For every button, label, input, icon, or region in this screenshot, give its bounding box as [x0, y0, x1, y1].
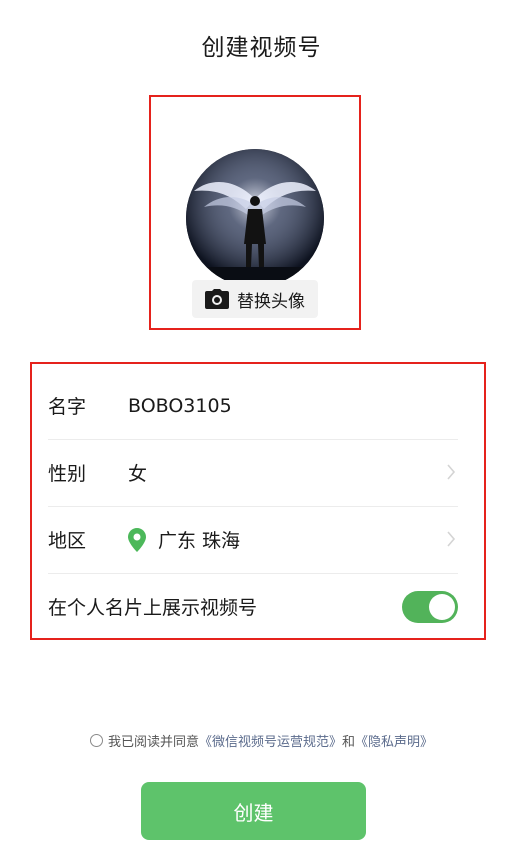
avatar[interactable] [186, 149, 324, 287]
name-value[interactable]: BOBO3105 [128, 395, 232, 417]
region-row[interactable]: 地区 广东 珠海 [48, 506, 458, 574]
avatar-section: 替换头像 [149, 95, 361, 330]
operation-rules-link[interactable]: 《微信视频号运营规范》 [199, 731, 342, 750]
chevron-right-icon [447, 464, 456, 480]
agreement-conjunction: 和 [342, 735, 356, 750]
profile-form: 名字 BOBO3105 性别 女 地区 广东 珠海 在个人名片上展示视频号 [30, 362, 486, 640]
gender-value: 女 [128, 463, 148, 485]
agreement-row: 我已阅读并同意 《微信视频号运营规范》 和 《隐私声明》 [0, 731, 523, 750]
region-label: 地区 [48, 530, 87, 552]
agreement-prefix: 我已阅读并同意 [107, 735, 199, 750]
show-on-card-row: 在个人名片上展示视频号 [48, 573, 458, 640]
page-title: 创建视频号 [201, 35, 322, 61]
create-button[interactable]: 创建 [141, 782, 366, 840]
toggle-knob [429, 594, 455, 620]
region-value-wrap: 广东 珠海 [128, 526, 240, 553]
show-on-card-toggle[interactable] [402, 591, 458, 623]
chevron-right-icon [447, 531, 456, 547]
gender-row[interactable]: 性别 女 [48, 439, 458, 507]
show-on-card-label: 在个人名片上展示视频号 [48, 597, 258, 619]
agreement-checkbox[interactable] [89, 734, 103, 747]
name-label: 名字 [48, 396, 87, 418]
replace-avatar-button[interactable]: 替换头像 [192, 280, 318, 318]
name-row[interactable]: 名字 BOBO3105 [48, 372, 458, 440]
location-pin-icon [128, 527, 146, 552]
gender-label: 性别 [48, 463, 87, 485]
camera-icon [205, 289, 229, 309]
avatar-image [186, 149, 324, 287]
replace-avatar-label: 替换头像 [237, 291, 305, 312]
region-value: 广东 珠海 [158, 530, 241, 552]
privacy-statement-link[interactable]: 《隐私声明》 [355, 731, 433, 750]
